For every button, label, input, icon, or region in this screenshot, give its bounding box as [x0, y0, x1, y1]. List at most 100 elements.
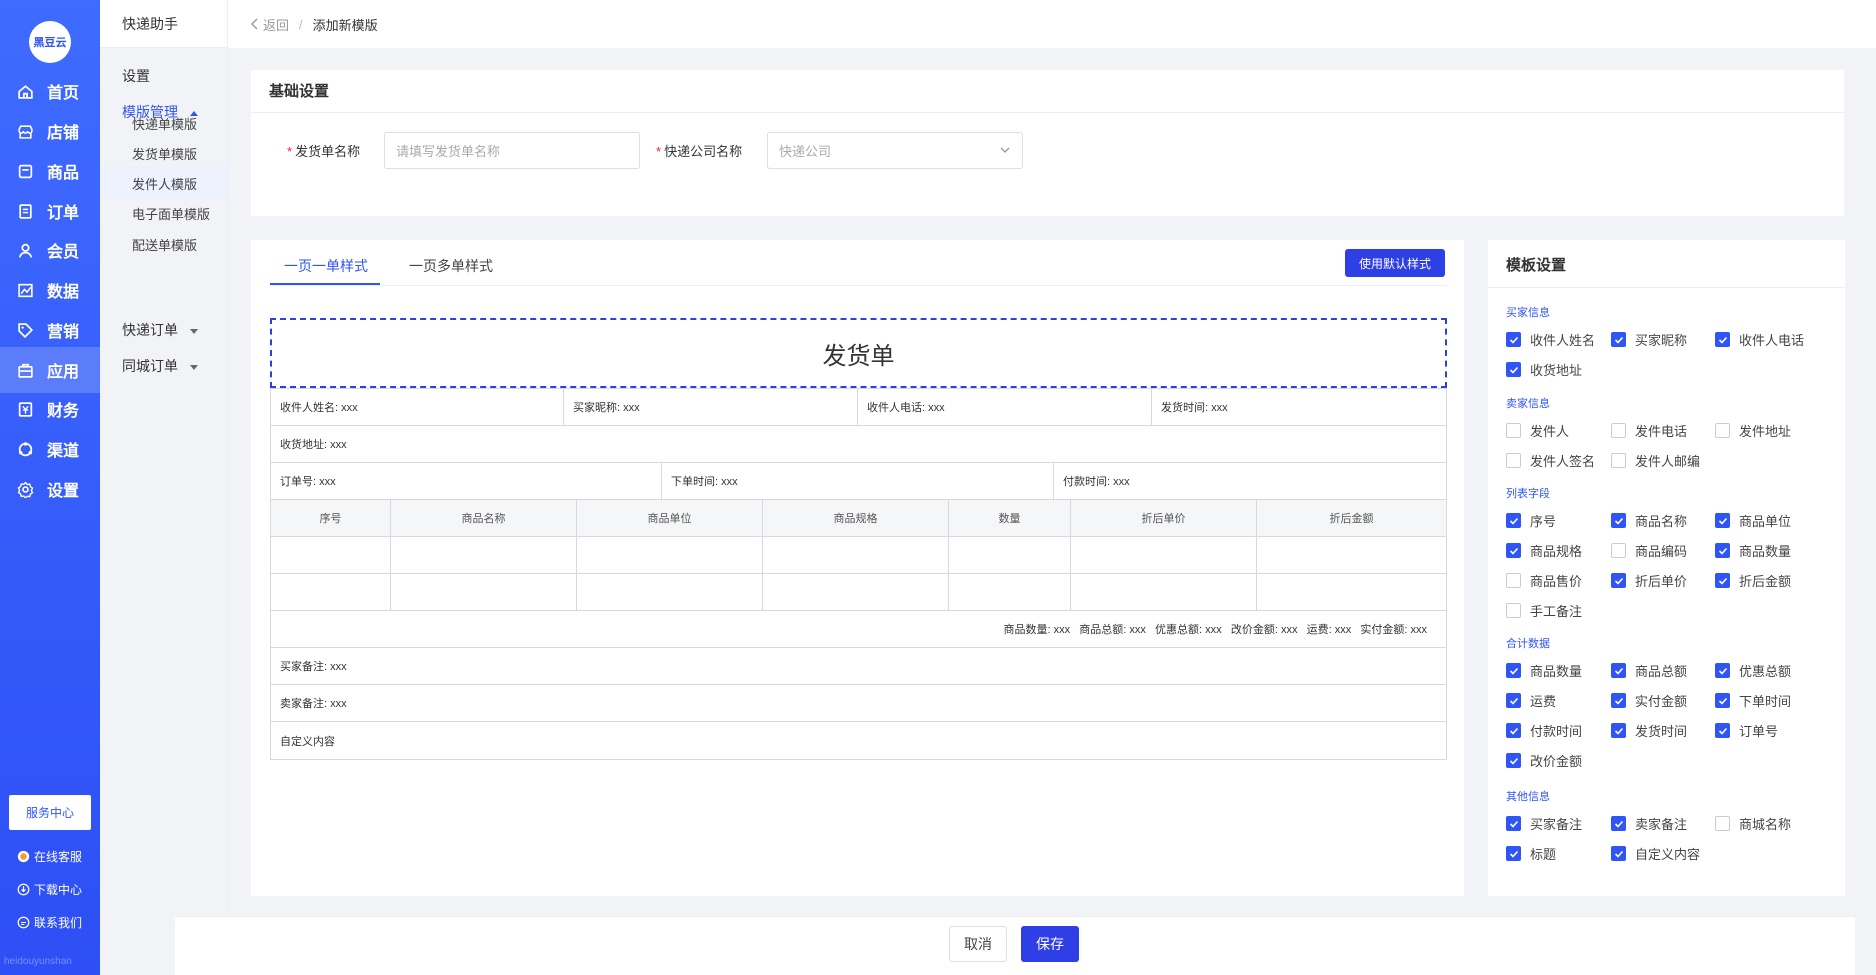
- nav-item-gear[interactable]: 设置: [0, 466, 100, 512]
- checkbox-icon[interactable]: [1715, 816, 1730, 831]
- preview-title[interactable]: 发货单: [270, 318, 1447, 388]
- settings-checkbox[interactable]: 商品名称: [1611, 511, 1687, 530]
- settings-checkbox[interactable]: 改价金额: [1506, 751, 1582, 770]
- checkbox-label: 买家备注: [1530, 817, 1583, 832]
- checkbox-icon[interactable]: [1715, 723, 1730, 738]
- checkbox-icon[interactable]: [1506, 573, 1521, 588]
- brand-watermark: heidouyunshan: [4, 956, 72, 967]
- settings-checkbox[interactable]: 收货地址: [1506, 360, 1582, 379]
- checkbox-icon[interactable]: [1506, 603, 1521, 618]
- checkbox-icon[interactable]: [1715, 423, 1730, 438]
- settings-checkbox[interactable]: 发货时间: [1611, 721, 1687, 740]
- basic-settings-title: 基础设置: [269, 83, 330, 100]
- subnav-child-item[interactable]: 电子面单模版: [132, 204, 210, 223]
- checkbox-icon[interactable]: [1506, 332, 1521, 347]
- checkbox-icon[interactable]: [1715, 573, 1730, 588]
- table-cell: [391, 574, 577, 610]
- settings-checkbox[interactable]: 商品编码: [1611, 541, 1687, 560]
- settings-checkbox[interactable]: 序号: [1506, 511, 1556, 530]
- tab-multi-per-page[interactable]: 一页多单样式: [409, 256, 493, 276]
- subnav-child-item[interactable]: 快递单模版: [132, 114, 197, 133]
- checkbox-icon[interactable]: [1715, 543, 1730, 558]
- settings-checkbox[interactable]: 商品数量: [1715, 541, 1791, 560]
- settings-checkbox[interactable]: 下单时间: [1715, 691, 1791, 710]
- use-default-style-button[interactable]: 使用默认样式: [1345, 249, 1445, 277]
- checkbox-icon[interactable]: [1611, 693, 1626, 708]
- settings-checkbox[interactable]: 手工备注: [1506, 601, 1582, 620]
- checkbox-icon[interactable]: [1611, 332, 1626, 347]
- courier-company-select[interactable]: 快递公司: [767, 132, 1023, 169]
- contact-us-link[interactable]: 联系我们: [17, 914, 82, 931]
- checkbox-icon[interactable]: [1506, 753, 1521, 768]
- checkbox-icon[interactable]: [1506, 543, 1521, 558]
- settings-checkbox[interactable]: 优惠总额: [1715, 661, 1791, 680]
- shipment-name-input[interactable]: 请填写发货单名称: [384, 132, 640, 169]
- settings-checkbox[interactable]: 折后金额: [1715, 571, 1791, 590]
- settings-checkbox[interactable]: 折后单价: [1611, 571, 1687, 590]
- settings-checkbox[interactable]: 发件人签名: [1506, 451, 1595, 470]
- settings-checkbox[interactable]: 卖家备注: [1611, 814, 1687, 833]
- settings-checkbox[interactable]: 商品数量: [1506, 661, 1582, 680]
- app-root: 黑豆云 首页 店铺 商品 订单 会员 数据 营销 应用 财务 渠道 设置 服务中心 在线客服 下载中…: [0, 0, 1876, 975]
- service-center-button[interactable]: 服务中心: [9, 795, 91, 830]
- subnav-settings[interactable]: 设置: [122, 66, 150, 86]
- checkbox-icon[interactable]: [1506, 693, 1521, 708]
- checkbox-icon[interactable]: [1715, 663, 1730, 678]
- checkbox-icon[interactable]: [1611, 846, 1626, 861]
- checkbox-icon[interactable]: [1506, 362, 1521, 377]
- settings-checkbox[interactable]: 商品售价: [1506, 571, 1582, 590]
- checkbox-icon[interactable]: [1715, 332, 1730, 347]
- subnav-title: 快递助手: [100, 0, 227, 48]
- settings-checkbox[interactable]: 商品单位: [1715, 511, 1791, 530]
- settings-checkbox[interactable]: 商城名称: [1715, 814, 1791, 833]
- back-link[interactable]: 返回: [250, 15, 289, 34]
- subnav-child-item[interactable]: 发件人模版: [132, 174, 197, 193]
- settings-checkbox[interactable]: 发件地址: [1715, 421, 1791, 440]
- save-button[interactable]: 保存: [1021, 926, 1079, 962]
- cancel-button[interactable]: 取消: [949, 926, 1007, 962]
- online-service-link[interactable]: 在线客服: [17, 848, 82, 865]
- logo: 黑豆云: [29, 21, 71, 63]
- settings-checkbox[interactable]: 发件电话: [1611, 421, 1687, 440]
- checkbox-label: 下单时间: [1739, 694, 1792, 709]
- settings-checkbox[interactable]: 付款时间: [1506, 721, 1582, 740]
- subnav-city-order[interactable]: 同城订单: [122, 356, 198, 376]
- checkbox-icon[interactable]: [1611, 543, 1626, 558]
- checkbox-icon[interactable]: [1611, 573, 1626, 588]
- settings-checkbox[interactable]: 发件人邮编: [1611, 451, 1700, 470]
- settings-checkbox[interactable]: 买家备注: [1506, 814, 1582, 833]
- preview-goods-header: 序号 商品名称 商品单位 商品规格 数量 折后单价 折后金额: [271, 500, 1446, 537]
- checkbox-icon[interactable]: [1506, 816, 1521, 831]
- settings-checkbox[interactable]: 运费: [1506, 691, 1556, 710]
- settings-checkbox[interactable]: 收件人电话: [1715, 330, 1804, 349]
- checkbox-icon[interactable]: [1715, 693, 1730, 708]
- basic-settings-card: 基础设置 * 发货单名称 请填写发货单名称 * 快递公司名称 快递公司: [251, 70, 1844, 216]
- checkbox-icon[interactable]: [1611, 723, 1626, 738]
- subnav-child-item[interactable]: 发货单模版: [132, 144, 197, 163]
- download-center-link[interactable]: 下载中心: [17, 881, 82, 898]
- settings-checkbox[interactable]: 收件人姓名: [1506, 330, 1595, 349]
- checkbox-icon[interactable]: [1506, 453, 1521, 468]
- checkbox-icon[interactable]: [1611, 663, 1626, 678]
- checkbox-icon[interactable]: [1611, 423, 1626, 438]
- subnav-child-item[interactable]: 配送单模版: [132, 235, 197, 254]
- settings-checkbox[interactable]: 商品总额: [1611, 661, 1687, 680]
- checkbox-icon[interactable]: [1506, 513, 1521, 528]
- settings-checkbox[interactable]: 商品规格: [1506, 541, 1582, 560]
- checkbox-icon[interactable]: [1715, 513, 1730, 528]
- checkbox-icon[interactable]: [1611, 816, 1626, 831]
- settings-checkbox[interactable]: 自定义内容: [1611, 844, 1700, 863]
- settings-checkbox[interactable]: 实付金额: [1611, 691, 1687, 710]
- settings-checkbox[interactable]: 标题: [1506, 844, 1556, 863]
- checkbox-icon[interactable]: [1611, 453, 1626, 468]
- checkbox-icon[interactable]: [1506, 663, 1521, 678]
- checkbox-icon[interactable]: [1506, 846, 1521, 861]
- tab-single-per-page[interactable]: 一页一单样式: [284, 256, 368, 276]
- settings-checkbox[interactable]: 订单号: [1715, 721, 1778, 740]
- subnav-express-order[interactable]: 快递订单: [122, 320, 198, 340]
- settings-checkbox[interactable]: 发件人: [1506, 421, 1569, 440]
- checkbox-icon[interactable]: [1611, 513, 1626, 528]
- settings-checkbox[interactable]: 买家昵称: [1611, 330, 1687, 349]
- checkbox-icon[interactable]: [1506, 423, 1521, 438]
- checkbox-icon[interactable]: [1506, 723, 1521, 738]
